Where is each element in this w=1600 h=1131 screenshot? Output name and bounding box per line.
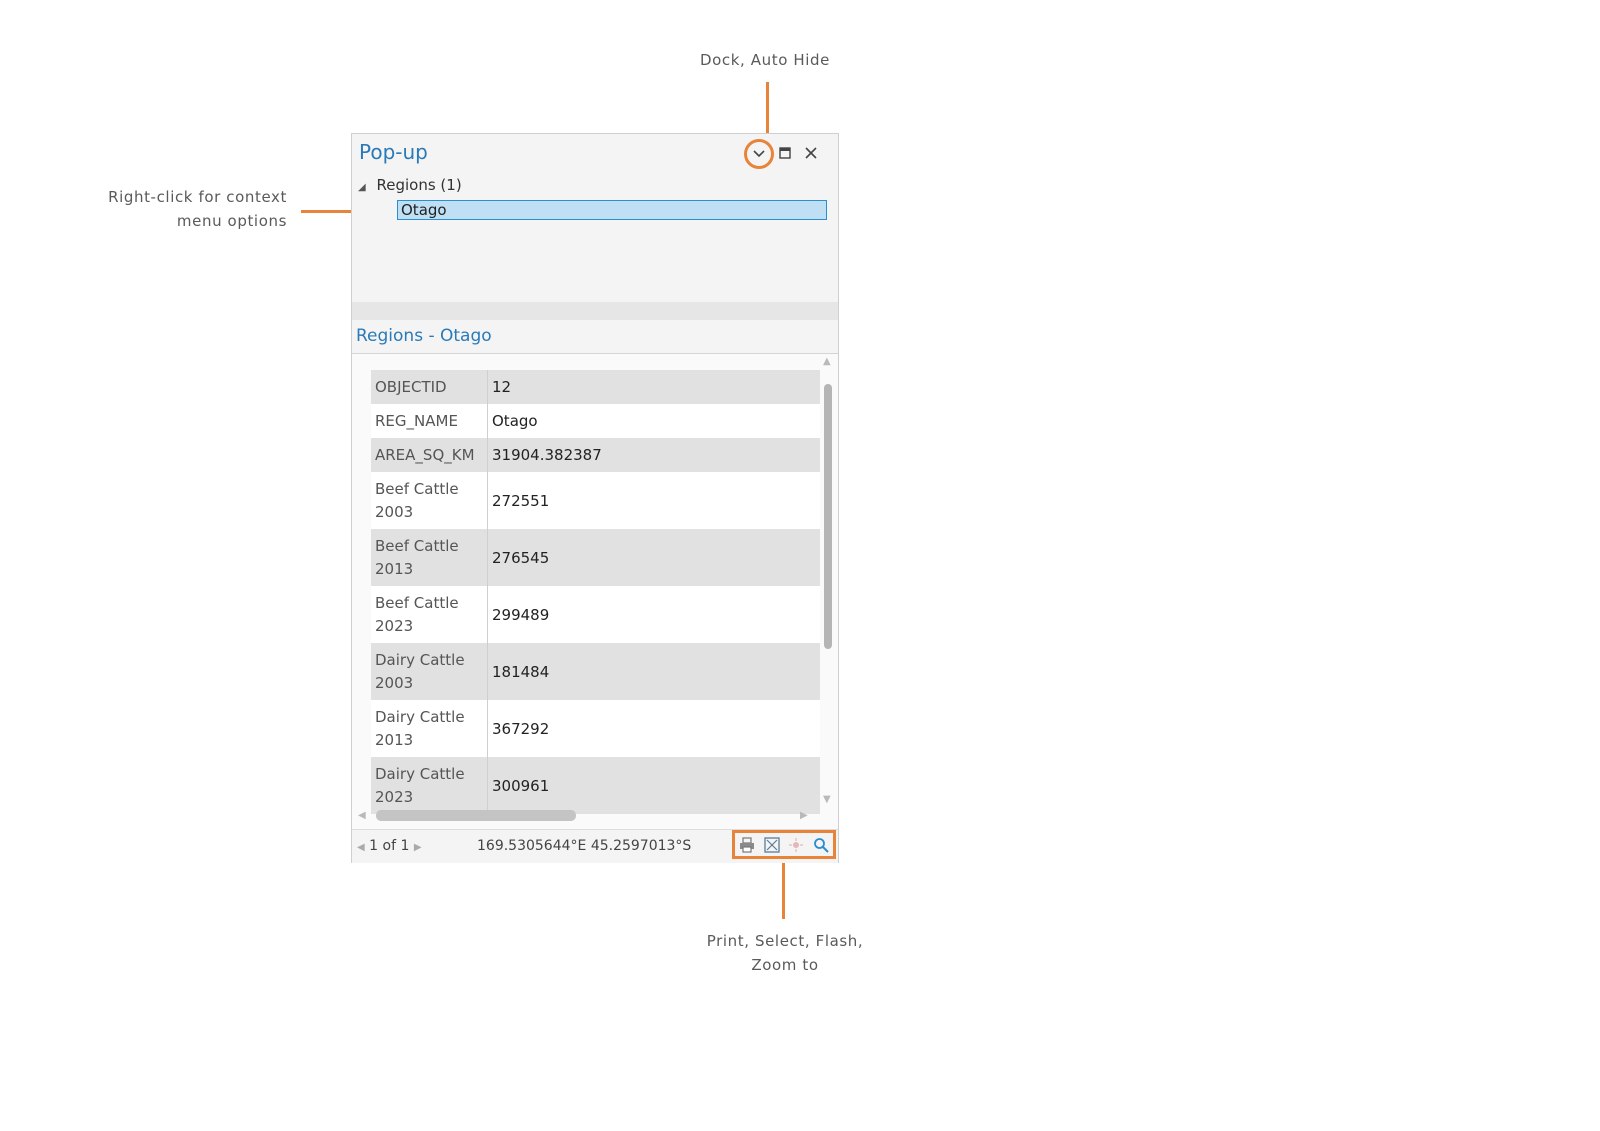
field-name-cell: Dairy Cattle 2013 [371,700,488,757]
callout-tools: Print, Select, Flash, Zoom to [700,929,870,977]
table-row[interactable]: Dairy Cattle 2023 300961 [371,757,820,814]
callout-context-menu: Right-click for context menu options [107,185,287,233]
field-value-cell[interactable]: 31904.382387 [488,438,821,472]
vertical-scrollbar-thumb[interactable] [824,384,832,649]
field-name-cell: Beef Cattle 2003 [371,472,488,529]
field-value-cell[interactable]: 181484 [488,643,821,700]
callout-tools-line [782,861,785,919]
print-icon[interactable] [737,835,757,855]
page-navigator: ◀ 1 of 1 ▶ [357,838,422,854]
tree-group-regions[interactable]: ◢ Regions (1) [358,176,462,194]
maximize-icon[interactable] [774,142,796,164]
scroll-right-arrow-icon[interactable]: ▶ [800,810,808,821]
table-row[interactable]: Dairy Cattle 2003 181484 [371,643,820,700]
collapse-triangle-icon[interactable]: ◢ [358,182,366,193]
attribute-grid-area: OBJECTID 12 REG_NAME Otago AREA_SQ_KM 31904.3… [352,354,838,829]
table-row[interactable]: REG_NAME Otago [371,404,820,438]
field-value-cell[interactable]: 276545 [488,529,821,586]
zoom-to-icon[interactable] [811,835,831,855]
table-row[interactable]: Beef Cattle 2023 299489 [371,586,820,643]
pane-title: Pop-up [359,140,428,164]
scroll-left-arrow-icon[interactable]: ◀ [358,810,366,821]
flash-icon[interactable] [786,835,806,855]
table-row[interactable]: Dairy Cattle 2013 367292 [371,700,820,757]
page-indicator: 1 of 1 [369,838,410,854]
detail-title: Regions - Otago [356,326,492,346]
previous-arrow-icon[interactable]: ◀ [357,842,365,853]
tree-item-otago[interactable]: Otago [397,200,827,220]
horizontal-scrollbar-thumb[interactable] [376,810,576,821]
scroll-down-arrow-icon[interactable]: ▼ [823,794,831,805]
field-value-cell[interactable]: 299489 [488,586,821,643]
field-name-cell: Beef Cattle 2013 [371,529,488,586]
table-row[interactable]: Beef Cattle 2013 276545 [371,529,820,586]
close-icon[interactable] [800,142,822,164]
tree-group-label: Regions (1) [376,176,462,194]
field-name-cell: AREA_SQ_KM [371,438,488,472]
field-name-cell: Dairy Cattle 2003 [371,643,488,700]
field-value-cell[interactable]: Otago [488,404,821,438]
callout-tools-line1: Print, Select, Flash, [706,932,864,950]
chevron-down-icon[interactable] [744,139,774,169]
table-row[interactable]: AREA_SQ_KM 31904.382387 [371,438,820,472]
select-icon[interactable] [762,835,782,855]
field-name-cell: Dairy Cattle 2023 [371,757,488,814]
table-row[interactable]: OBJECTID 12 [371,370,820,404]
field-name-cell: Beef Cattle 2023 [371,586,488,643]
callout-dock-auto-hide: Dock, Auto Hide [700,51,830,69]
field-value-cell[interactable]: 300961 [488,757,821,814]
popup-pane: Pop-up ◢ Regions (1) Otago Regions - Ota… [351,133,839,863]
attribute-table: OBJECTID 12 REG_NAME Otago AREA_SQ_KM 31904.3… [371,370,820,814]
callout-context-line1: Right-click for context [108,188,287,206]
callout-dock-line [766,82,769,138]
next-arrow-icon[interactable]: ▶ [414,842,422,853]
field-value-cell[interactable]: 12 [488,370,821,404]
feature-tools [732,830,836,859]
pane-splitter[interactable] [352,302,838,320]
table-row[interactable]: Beef Cattle 2003 272551 [371,472,820,529]
callout-tools-line2: Zoom to [751,956,819,974]
pane-footer: ◀ 1 of 1 ▶ 169.5305644°E 45.2597013°S [352,829,838,863]
callout-context-line2: menu options [176,212,287,230]
field-name-cell: OBJECTID [371,370,488,404]
coordinates-readout: 169.5305644°E 45.2597013°S [477,838,692,854]
field-name-cell: REG_NAME [371,404,488,438]
field-value-cell[interactable]: 272551 [488,472,821,529]
field-value-cell[interactable]: 367292 [488,700,821,757]
